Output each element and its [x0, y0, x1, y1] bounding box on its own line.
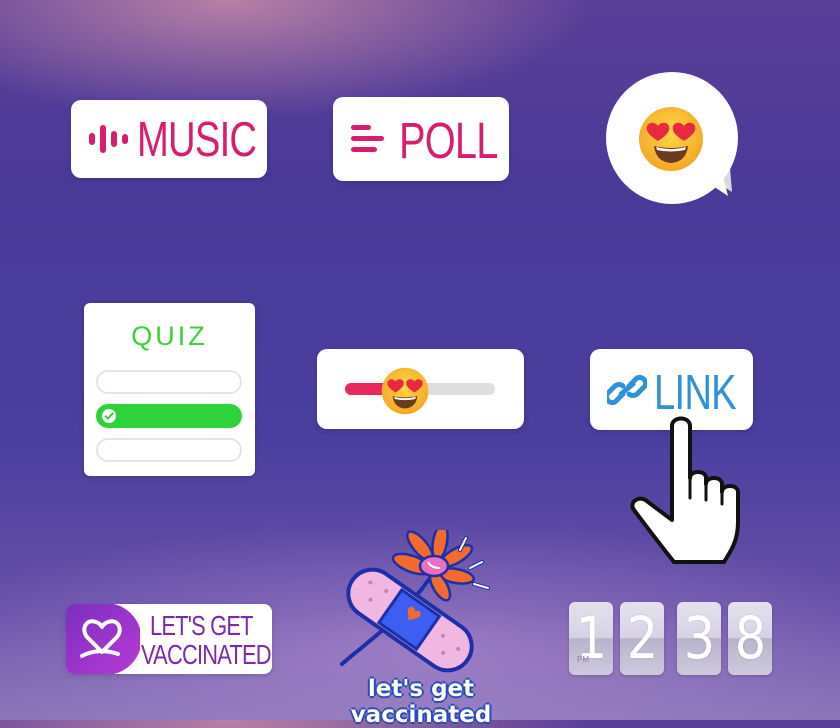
lets-get-vaccinated-caption: let's get vaccinated	[336, 676, 506, 728]
lets-get-vaccinated-sticker[interactable]: LET'S GET VACCINATED	[66, 604, 272, 674]
clock-digit-2: 2	[620, 602, 664, 675]
heart-eyes-emoji-icon	[639, 107, 703, 171]
caption-line1: let's get	[367, 676, 475, 702]
music-sticker[interactable]: MUSIC	[71, 100, 267, 178]
quiz-option-1[interactable]	[96, 370, 242, 394]
clock-digit-1: 1	[569, 602, 613, 675]
caption-line2: vaccinated	[350, 702, 492, 728]
music-label: MUSIC	[137, 113, 257, 167]
vaccinated-line1: LET'S GET	[150, 610, 254, 641]
heart-eyes-emoji-icon[interactable]	[381, 367, 429, 415]
link-label: LINK	[654, 366, 737, 420]
quiz-title: QUIZ	[131, 321, 208, 351]
music-bars-icon	[89, 125, 128, 153]
poll-sticker[interactable]: POLL	[333, 97, 509, 181]
vaccinated-line2: VACCINATED	[141, 639, 272, 670]
quiz-sticker[interactable]: QUIZ	[84, 303, 255, 476]
clock-pm-label: PM	[577, 655, 589, 664]
bandage-flower-icon	[340, 522, 490, 673]
quiz-option-3[interactable]	[96, 438, 242, 462]
clock-digit-4: 8	[728, 602, 772, 675]
check-circle-icon	[102, 409, 116, 423]
quiz-option-2-selected[interactable]	[96, 404, 242, 428]
emoji-slider-sticker[interactable]	[317, 349, 524, 429]
poll-label: POLL	[399, 112, 498, 169]
link-chain-icon	[607, 374, 647, 406]
clock-digit-3: 3	[677, 602, 721, 675]
heart-logo-icon	[66, 604, 140, 674]
emoji-reaction-sticker[interactable]	[604, 72, 740, 208]
poll-lines-icon	[351, 125, 384, 152]
pointing-hand-cursor-icon	[630, 416, 740, 564]
